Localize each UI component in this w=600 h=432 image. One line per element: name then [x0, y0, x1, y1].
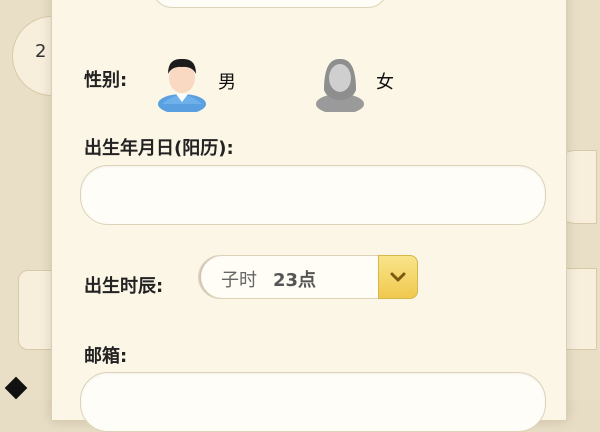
email-label: 邮箱: — [84, 346, 128, 367]
gender-option-male[interactable]: 男 — [156, 50, 236, 114]
name-field[interactable] — [152, 0, 388, 8]
birthdate-field[interactable] — [80, 165, 546, 225]
female-avatar-icon — [314, 50, 366, 114]
gender-label: 性别: — [84, 70, 128, 91]
male-avatar-icon — [156, 50, 208, 114]
birth-hour-detail: 23点 — [273, 270, 317, 291]
gender-option-label: 女 — [376, 72, 394, 93]
birth-hour-selected: 子时 23点 — [221, 266, 316, 292]
birthdate-label: 出生年月日(阳历): — [84, 138, 234, 159]
birth-hour-label: 出生时辰: — [84, 276, 164, 297]
background-card-number: 2 — [35, 41, 47, 62]
email-field[interactable] — [80, 372, 546, 432]
birth-hour-select[interactable]: 子时 23点 — [198, 255, 418, 299]
chevron-down-icon[interactable] — [378, 255, 418, 299]
gender-option-label: 男 — [218, 72, 236, 93]
diamond-icon — [4, 376, 28, 400]
birth-hour-value: 子时 — [221, 270, 257, 291]
registration-form-panel: 性别: 男 女 出生年月日(阳历): 出生时辰: 子时 23点 邮箱: — [52, 0, 566, 432]
gender-option-female[interactable]: 女 — [314, 50, 394, 114]
